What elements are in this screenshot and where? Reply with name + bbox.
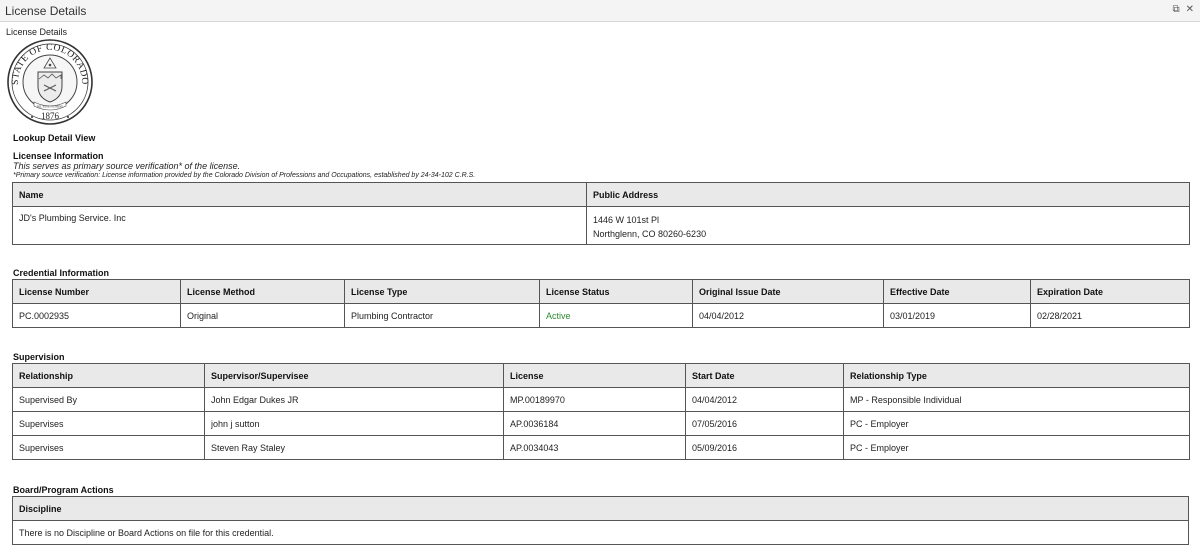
address-line-1: 1446 W 101st Pl bbox=[593, 215, 660, 225]
license-status-header: License Status bbox=[539, 279, 693, 304]
licensee-table: Name Public Address JD's Plumbing Servic… bbox=[12, 182, 1190, 245]
table-row: Supervises Steven Ray Staley AP.0034043 … bbox=[12, 435, 1190, 460]
relationship-type-header: Relationship Type bbox=[843, 363, 1190, 388]
discipline-message: There is no Discipline or Board Actions … bbox=[12, 520, 1189, 545]
credential-table: License Number License Method License Ty… bbox=[12, 279, 1190, 328]
relationship-type-cell: PC - Employer bbox=[843, 411, 1190, 436]
credential-section-title: Credential Information bbox=[13, 268, 110, 278]
table-row: Supervises john j sutton AP.0036184 07/0… bbox=[12, 411, 1190, 436]
license-cell: AP.0034043 bbox=[503, 435, 686, 460]
license-type: Plumbing Contractor bbox=[344, 303, 540, 328]
supervisor-supervisee-header: Supervisor/Supervisee bbox=[204, 363, 504, 388]
license-cell: AP.0036184 bbox=[503, 411, 686, 436]
discipline-header: Discipline bbox=[12, 496, 1189, 521]
start-date-header: Start Date bbox=[685, 363, 844, 388]
person-cell: Steven Ray Staley bbox=[204, 435, 504, 460]
colorado-seal-logo: STATE OF COLORADO NIL SINE NUMINE 1876 bbox=[7, 39, 93, 125]
license-cell: MP.00189970 bbox=[503, 387, 686, 412]
start-date-cell: 04/04/2012 bbox=[685, 387, 844, 412]
relationship-cell: Supervises bbox=[12, 411, 205, 436]
board-actions-section-title: Board/Program Actions bbox=[13, 485, 114, 495]
verification-note: This serves as primary source verificati… bbox=[13, 161, 241, 171]
close-window-icon[interactable]: ✕ bbox=[1186, 4, 1194, 16]
public-address-header: Public Address bbox=[586, 182, 1190, 207]
relationship-type-cell: PC - Employer bbox=[843, 435, 1190, 460]
person-cell: John Edgar Dukes JR bbox=[204, 387, 504, 412]
restore-window-icon[interactable]: ⧉ bbox=[1172, 4, 1179, 16]
expiration-date-header: Expiration Date bbox=[1030, 279, 1190, 304]
lookup-detail-title: Lookup Detail View bbox=[13, 133, 96, 143]
license-method-header: License Method bbox=[180, 279, 345, 304]
start-date-cell: 05/09/2016 bbox=[685, 435, 844, 460]
svg-text:1876: 1876 bbox=[41, 111, 60, 121]
public-address: 1446 W 101st Pl Northglenn, CO 80260-623… bbox=[586, 206, 1190, 245]
page-subtitle: License Details bbox=[6, 27, 68, 37]
license-number-header: License Number bbox=[12, 279, 181, 304]
relationship-cell: Supervises bbox=[12, 435, 205, 460]
relationship-cell: Supervised By bbox=[12, 387, 205, 412]
licensee-name: JD's Plumbing Service. Inc bbox=[12, 206, 587, 245]
relationship-type-cell: MP - Responsible Individual bbox=[843, 387, 1190, 412]
name-header: Name bbox=[12, 182, 587, 207]
verification-footnote: *Primary source verification: License in… bbox=[13, 172, 476, 179]
relationship-header: Relationship bbox=[12, 363, 205, 388]
expiration-date: 02/28/2021 bbox=[1030, 303, 1190, 328]
supervision-table: Relationship Supervisor/Supervisee Licen… bbox=[12, 363, 1190, 460]
original-issue-date-header: Original Issue Date bbox=[692, 279, 884, 304]
license-status: Active bbox=[539, 303, 693, 328]
person-cell: john j sutton bbox=[204, 411, 504, 436]
effective-date: 03/01/2019 bbox=[883, 303, 1031, 328]
licensee-section-title: Licensee Information bbox=[13, 151, 104, 161]
table-row: Supervised By John Edgar Dukes JR MP.001… bbox=[12, 387, 1190, 412]
start-date-cell: 07/05/2016 bbox=[685, 411, 844, 436]
window-titlebar: License Details ⧉ ✕ bbox=[0, 0, 1200, 22]
license-header: License bbox=[503, 363, 686, 388]
discipline-table: Discipline There is no Discipline or Boa… bbox=[12, 496, 1189, 545]
supervision-section-title: Supervision bbox=[13, 352, 65, 362]
license-type-header: License Type bbox=[344, 279, 540, 304]
license-number: PC.0002935 bbox=[12, 303, 181, 328]
effective-date-header: Effective Date bbox=[883, 279, 1031, 304]
window-title: License Details bbox=[5, 4, 87, 18]
svg-text:NIL SINE NUMINE: NIL SINE NUMINE bbox=[37, 105, 64, 109]
license-method: Original bbox=[180, 303, 345, 328]
address-line-2: Northglenn, CO 80260-6230 bbox=[593, 229, 707, 239]
window-controls: ⧉ ✕ bbox=[1172, 4, 1194, 16]
original-issue-date: 04/04/2012 bbox=[692, 303, 884, 328]
